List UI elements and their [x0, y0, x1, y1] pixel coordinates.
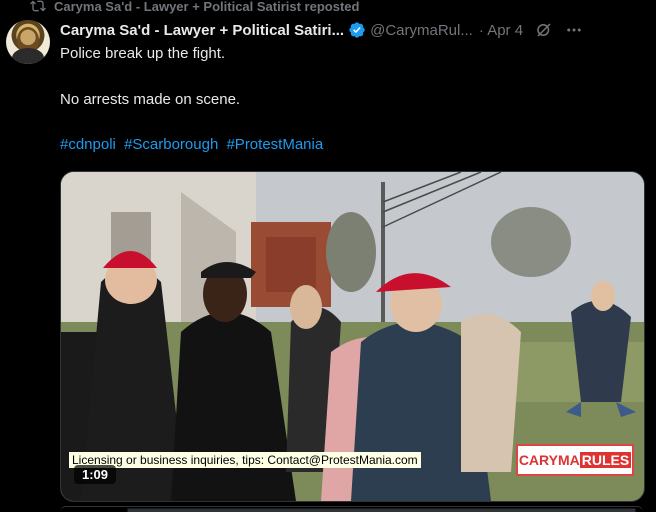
watermark-text: Licensing or business inquiries, tips: C… — [69, 452, 421, 468]
tweet-header: Caryma Sa'd - Lawyer + Political Satiri.… — [60, 19, 646, 41]
hashtag-link[interactable]: #ProtestMania — [226, 136, 323, 153]
brand-text-2: RULES — [579, 452, 632, 468]
author-handle[interactable]: @CarymaRul... — [370, 22, 473, 39]
verified-badge-icon[interactable] — [348, 21, 366, 39]
tweet-date[interactable]: · Apr 4 — [479, 22, 523, 39]
hashtag-list: #cdnpoli #Scarborough #ProtestMania — [60, 136, 327, 153]
hashtag-link[interactable]: #Scarborough — [124, 136, 218, 153]
brand-logo: CARYMA RULES — [516, 444, 634, 476]
tweet-text-line2: No arrests made on scene. — [60, 91, 241, 108]
next-tweet-edge — [60, 506, 643, 512]
video-duration: 1:09 — [74, 465, 117, 484]
hashtag-link[interactable]: #cdnpoli — [60, 136, 116, 153]
avatar[interactable] — [6, 20, 50, 64]
brand-text-1: CARYMA — [518, 452, 580, 468]
repost-row[interactable]: Caryma Sa'd - Lawyer + Political Satiris… — [30, 0, 359, 15]
repost-icon — [30, 0, 46, 12]
more-options-icon[interactable] — [565, 21, 583, 39]
tweet-text-line1: Police break up the fight. — [60, 45, 226, 62]
repost-label: Caryma Sa'd - Lawyer + Political Satiris… — [54, 0, 360, 14]
grok-icon[interactable] — [535, 21, 553, 39]
author-name[interactable]: Caryma Sa'd - Lawyer + Political Satiri.… — [60, 22, 344, 39]
video-player[interactable]: Licensing or business inquiries, tips: C… — [60, 171, 645, 502]
